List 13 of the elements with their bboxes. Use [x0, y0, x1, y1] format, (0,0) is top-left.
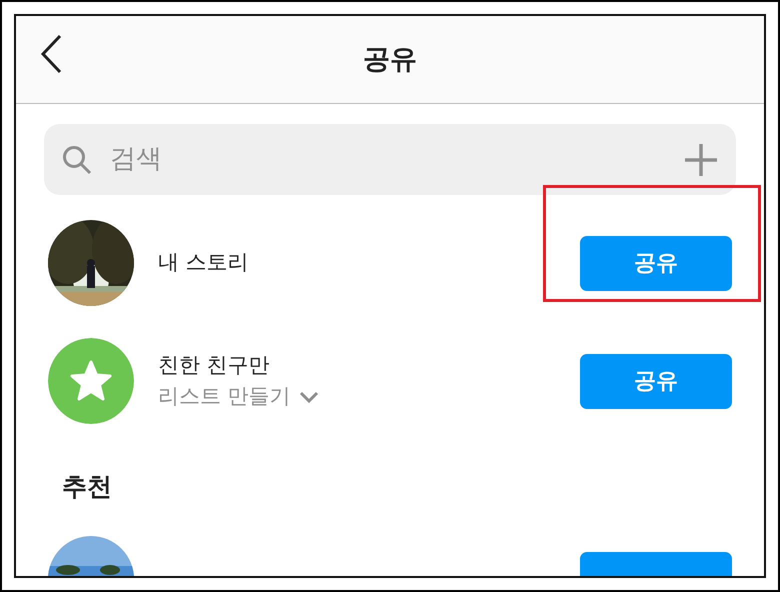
- create-list-link[interactable]: 리스트 만들기: [158, 381, 291, 412]
- search-field[interactable]: 검색: [108, 139, 668, 180]
- search-bar[interactable]: 검색: [44, 124, 736, 195]
- chevron-down-icon[interactable]: [298, 390, 319, 403]
- share-button[interactable]: 공유: [580, 354, 732, 408]
- search-icon: [62, 144, 92, 174]
- add-icon[interactable]: [684, 142, 718, 176]
- row-title: 내 스토리: [158, 249, 250, 276]
- back-button[interactable]: [40, 34, 62, 74]
- page-title: 공유: [363, 43, 417, 77]
- section-heading: 추천: [62, 471, 113, 503]
- share-button[interactable]: 공유: [580, 236, 732, 290]
- row-title: 친한 친구만: [158, 352, 271, 378]
